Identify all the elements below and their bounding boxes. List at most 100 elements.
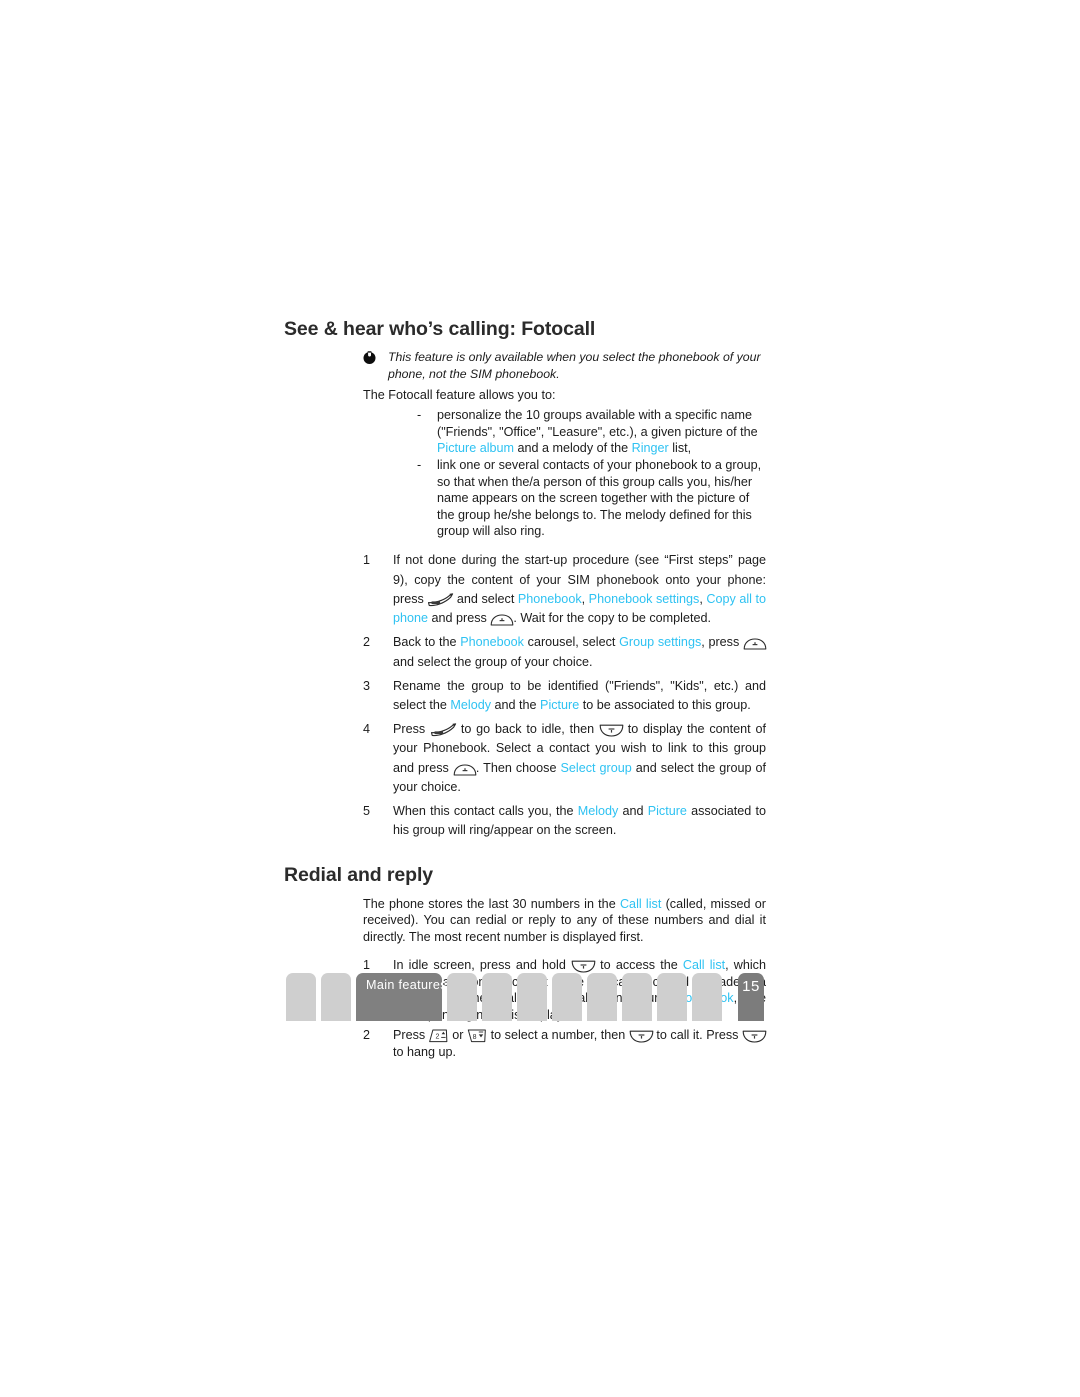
list-item: - personalize the 10 groups available wi…: [416, 407, 766, 456]
text-run: and press: [428, 611, 491, 626]
key-pad-8-icon: 8: [467, 1029, 487, 1043]
text-run: to select a number, then: [487, 1028, 629, 1043]
list-item: 1 If not done during the start-up proced…: [363, 551, 766, 628]
list-item: 2 Press 2 or 8 to select a number, then …: [363, 1027, 767, 1060]
key-dome-icon: [453, 763, 477, 776]
fotocall-step-list: 1 If not done during the start-up proced…: [363, 551, 767, 840]
text-run: or: [448, 1028, 468, 1043]
document-page: See & hear who’s calling: Fotocall This …: [0, 0, 1080, 1397]
list-item: 5 When this contact calls you, the Melod…: [363, 802, 766, 840]
text-run: and: [618, 803, 648, 818]
menu-term: Group settings: [619, 635, 702, 650]
dash-marker: -: [417, 458, 422, 473]
footer-tab-active[interactable]: Main features: [356, 973, 447, 1021]
menu-term: Picture: [540, 697, 580, 712]
text-run: The phone stores the last 30 numbers in …: [363, 896, 620, 911]
text-run: list,: [668, 441, 692, 456]
section-heading-redial: Redial and reply: [284, 864, 434, 887]
page-number-label: 15: [742, 978, 760, 995]
note-bullet-icon: [363, 351, 376, 365]
list-item: - link one or several contacts of your p…: [416, 457, 766, 539]
key-down-icon: [571, 960, 596, 973]
text-run: ,: [581, 591, 589, 606]
footer-tab[interactable]: [692, 973, 722, 1021]
text-run: personalize the 10 groups available with…: [437, 408, 758, 439]
text-run: In idle screen, press and hold: [393, 957, 572, 972]
text-run: . Then choose: [475, 760, 561, 775]
menu-term: Picture: [647, 803, 687, 818]
key-menu-icon: [427, 593, 454, 606]
key-dome-icon: [490, 614, 514, 626]
text-run: Press: [393, 1028, 429, 1043]
key-down-icon: [599, 724, 624, 737]
page-number-tab[interactable]: 15: [738, 973, 764, 1021]
step-number: 2: [363, 1028, 371, 1043]
footer-tab[interactable]: [622, 973, 652, 1021]
menu-term: Picture album: [437, 441, 514, 456]
text-run: to go back to idle, then: [456, 722, 599, 737]
step-text: Press to go back to idle, then to displa…: [393, 722, 766, 794]
intro-paragraph: The Fotocall feature allows you to:: [363, 387, 556, 402]
footer-tab[interactable]: [482, 973, 512, 1021]
svg-text:2: 2: [435, 1034, 439, 1041]
redial-intro-text: The phone stores the last 30 numbers in …: [363, 897, 766, 944]
step-number: 1: [363, 553, 371, 568]
key-down-icon: [742, 1030, 767, 1043]
note-text: This feature is only available when you …: [388, 350, 761, 381]
text-run: to access the: [595, 957, 683, 972]
menu-term: Phonebook: [460, 635, 524, 650]
footer-tab[interactable]: [657, 973, 687, 1021]
text-run: carousel, select: [523, 635, 620, 650]
footer-tab[interactable]: [552, 973, 582, 1021]
text-run: to be associated to this group.: [579, 697, 751, 712]
step-text: When this contact calls you, the Melody …: [393, 804, 766, 837]
footer-tab[interactable]: [447, 973, 477, 1021]
footer-tab-strip: Main features 15: [286, 973, 766, 1021]
step-number: 3: [363, 678, 371, 693]
step-number: 5: [363, 803, 371, 818]
step-text: Press 2 or 8 to select a number, then to…: [393, 1028, 767, 1059]
step-text: Rename the group to be identified ("Frie…: [393, 679, 766, 712]
key-menu-icon: [430, 723, 457, 737]
footer-tab[interactable]: [587, 973, 617, 1021]
list-item-text: link one or several contacts of your pho…: [437, 458, 761, 538]
menu-term: Ringer: [631, 441, 669, 456]
key-pad-2-icon: 2: [428, 1029, 449, 1043]
step-number: 2: [363, 635, 371, 650]
footer-tab[interactable]: [517, 973, 547, 1021]
menu-term: Phonebook settings: [588, 591, 700, 606]
page-content: See & hear who’s calling: Fotocall This …: [284, 318, 767, 1065]
text-run: , press: [701, 635, 743, 650]
text-run: and the: [491, 697, 541, 712]
text-run: and select the group of your choice.: [393, 654, 593, 669]
list-item: 3 Rename the group to be identified ("Fr…: [363, 677, 766, 715]
menu-term: Melody: [577, 803, 619, 818]
footer-tab[interactable]: [286, 973, 316, 1021]
note-callout: This feature is only available when you …: [363, 349, 766, 381]
menu-term: Phonebook: [517, 591, 582, 606]
svg-text:8: 8: [473, 1034, 477, 1041]
intro-paragraph-wrap: The Fotocall feature allows you to:: [363, 387, 766, 403]
menu-term: Call list: [619, 896, 662, 911]
step-number: 1: [363, 957, 371, 972]
text-run: and select: [453, 591, 518, 606]
list-item: 4 Press to go back to idle, then to disp…: [363, 720, 766, 797]
list-item-text: personalize the 10 groups available with…: [437, 408, 758, 455]
dash-marker: -: [417, 408, 422, 423]
redial-intro-paragraph: The phone stores the last 30 numbers in …: [363, 896, 766, 945]
key-down-icon: [629, 1030, 654, 1043]
text-run: Press: [393, 722, 431, 737]
text-run: Back to the: [393, 635, 461, 650]
text-run: and a melody of the: [514, 441, 632, 456]
footer-tab-label: Main features: [366, 978, 447, 992]
step-number: 4: [363, 722, 371, 737]
step-text: If not done during the start-up procedur…: [393, 553, 766, 626]
text-run: . Wait for the copy to be completed.: [513, 611, 711, 626]
step-text: Back to the Phonebook carousel, select G…: [393, 635, 767, 669]
text-run: When this contact calls you, the: [393, 803, 578, 818]
page-title: See & hear who’s calling: Fotocall: [284, 318, 596, 340]
footer-tab[interactable]: [321, 973, 351, 1021]
menu-term: Select group: [560, 760, 632, 775]
redial-intro-wrap: The phone stores the last 30 numbers in …: [363, 896, 766, 945]
key-dome-icon: [743, 638, 767, 650]
